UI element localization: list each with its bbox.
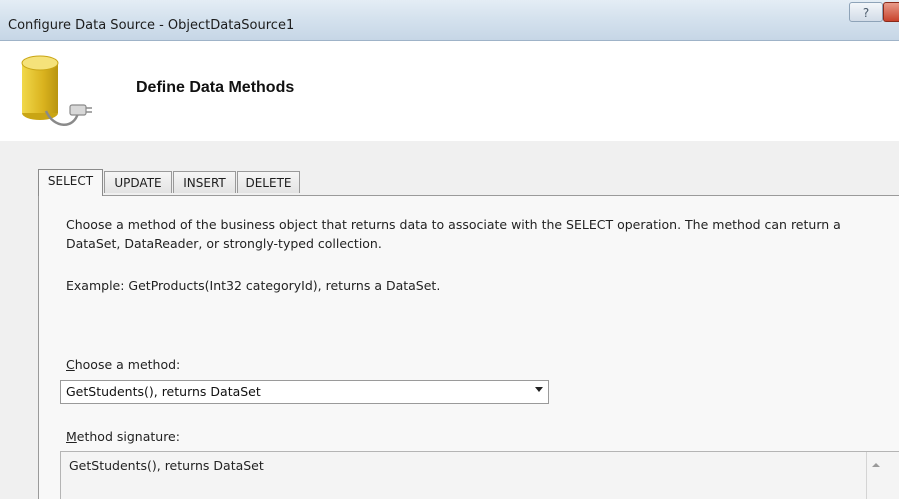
tab-delete[interactable]: DELETE <box>237 171 300 193</box>
scrollbar[interactable] <box>866 452 885 499</box>
choose-method-label-text: hoose a method: <box>74 357 181 372</box>
method-signature-box[interactable]: GetStudents(), returns DataSet <box>60 451 899 499</box>
choose-method-mnemonic: C <box>66 357 75 372</box>
choose-method-label: Choose a method: <box>66 355 180 374</box>
wizard-header: Define Data Methods <box>0 41 899 141</box>
database-icon <box>21 55 92 126</box>
method-signature-label: Method signature: <box>66 427 180 446</box>
page-title: Define Data Methods <box>136 79 295 96</box>
description-line-2: DataSet, DataReader, or strongly-typed c… <box>66 236 382 251</box>
close-button[interactable] <box>883 2 899 22</box>
method-signature-label-text: ethod signature: <box>76 429 180 444</box>
tab-insert[interactable]: INSERT <box>173 171 236 193</box>
method-signature-value: GetStudents(), returns DataSet <box>69 458 264 473</box>
title-bar: Configure Data Source - ObjectDataSource… <box>0 0 899 41</box>
chevron-down-icon[interactable] <box>535 387 543 392</box>
method-select[interactable]: GetStudents(), returns DataSet <box>60 380 549 404</box>
tab-update[interactable]: UPDATE <box>104 171 172 193</box>
help-button[interactable]: ? <box>849 2 883 22</box>
method-select-value: GetStudents(), returns DataSet <box>66 384 261 399</box>
example-text: Example: GetProducts(Int32 categoryId), … <box>66 278 441 293</box>
description-line-1: Choose a method of the business object t… <box>66 217 841 232</box>
tab-select[interactable]: SELECT <box>38 169 103 196</box>
method-signature-mnemonic: M <box>66 429 77 444</box>
window-title: Configure Data Source - ObjectDataSource… <box>8 18 295 33</box>
scroll-up-icon[interactable] <box>872 463 880 467</box>
